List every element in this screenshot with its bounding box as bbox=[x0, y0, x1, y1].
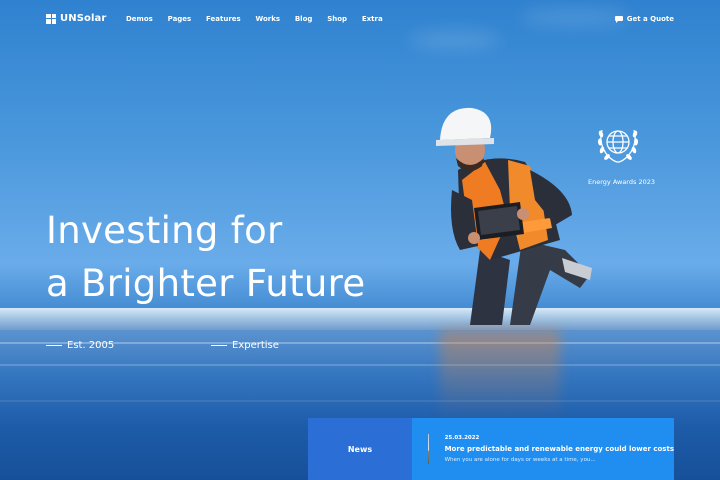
solar-panel-edge bbox=[0, 308, 720, 330]
worker-reflection bbox=[440, 330, 560, 420]
logo-grid-icon bbox=[46, 13, 56, 24]
nav-item-blog[interactable]: Blog bbox=[295, 15, 313, 23]
hero-title-line-2: a Brighter Future bbox=[46, 262, 366, 305]
nav-item-shop[interactable]: Shop bbox=[327, 15, 347, 23]
meta-expertise-text: Expertise bbox=[232, 340, 279, 351]
logo[interactable]: UNSolar bbox=[46, 13, 106, 24]
meta-established-text: Est. 2005 bbox=[67, 340, 115, 351]
news-card[interactable]: 25.03.2022 More predictable and renewabl… bbox=[412, 418, 674, 480]
nav-item-extra[interactable]: Extra bbox=[362, 15, 383, 23]
main-nav: Demos Pages Features Works Blog Shop Ext… bbox=[126, 15, 397, 23]
site-header: UNSolar Demos Pages Features Works Blog … bbox=[0, 0, 720, 40]
globe-laurel-icon bbox=[597, 129, 639, 163]
get-quote-label: Get a Quote bbox=[626, 15, 674, 23]
chat-bubble-icon bbox=[614, 15, 623, 23]
get-quote-link[interactable]: Get a Quote bbox=[614, 15, 674, 23]
news-body: 25.03.2022 More predictable and renewabl… bbox=[445, 435, 674, 463]
meta-expertise: Expertise bbox=[211, 340, 279, 351]
worker-photo bbox=[436, 107, 592, 325]
news-tab[interactable]: News bbox=[308, 418, 412, 480]
hero-title: Investing for a Brighter Future bbox=[46, 204, 365, 310]
nav-item-pages[interactable]: Pages bbox=[168, 15, 192, 23]
award-label: Energy Awards 2023 bbox=[588, 178, 655, 186]
hero-title-line-1: Investing for bbox=[46, 209, 283, 252]
nav-item-features[interactable]: Features bbox=[206, 15, 241, 23]
news-thumbnail bbox=[428, 434, 429, 464]
news-excerpt: When you are alone for days or weeks at … bbox=[444, 457, 596, 463]
news-date: 25.03.2022 bbox=[444, 435, 480, 441]
nav-item-works[interactable]: Works bbox=[255, 15, 280, 23]
dash-divider bbox=[46, 345, 62, 346]
logo-text: UNSolar bbox=[60, 13, 107, 24]
news-tab-label: News bbox=[347, 444, 373, 454]
meta-established: Est. 2005 bbox=[46, 340, 114, 351]
award-badge: Energy Awards 2023 bbox=[588, 120, 655, 186]
nav-item-demos[interactable]: Demos bbox=[126, 15, 153, 23]
dash-divider bbox=[211, 345, 227, 346]
news-title[interactable]: More predictable and renewable energy co… bbox=[445, 445, 674, 453]
